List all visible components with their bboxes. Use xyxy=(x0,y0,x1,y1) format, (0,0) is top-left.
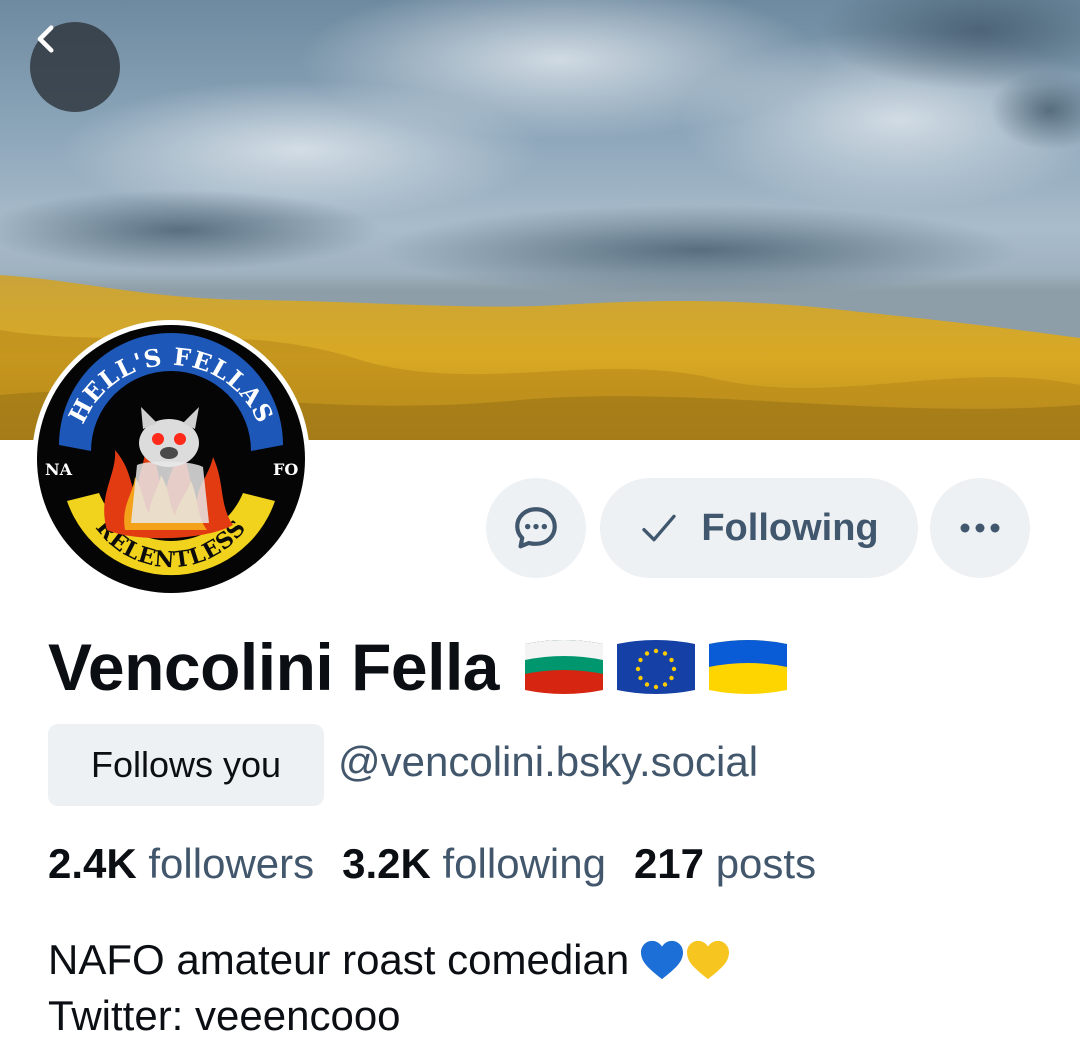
following-button[interactable]: Following xyxy=(600,478,918,578)
follows-you-badge: Follows you xyxy=(48,724,324,806)
bio-text-1: NAFO amateur roast comedian xyxy=(48,936,630,983)
bio-line-1: NAFO amateur roast comedian xyxy=(48,932,731,988)
profile-bio: NAFO amateur roast comedian Twitter: vee… xyxy=(48,932,731,1044)
display-name: Vencolini Fella xyxy=(48,630,500,704)
profile-stats: 2.4K followers 3.2K following 217 posts xyxy=(48,840,816,888)
avatar-right-text: FO xyxy=(273,460,298,479)
profile-page: HELL'S FELLAS RELENTLESS NA FO Following… xyxy=(0,0,1080,1060)
posts-label: posts xyxy=(715,840,817,887)
bio-line-2: Twitter: veeencooo xyxy=(48,988,731,1044)
avatar-badge-image: HELL'S FELLAS RELENTLESS NA FO xyxy=(37,325,305,593)
profile-handle: @vencolini.bsky.social xyxy=(338,738,759,785)
followers-label: followers xyxy=(148,840,315,887)
following-count: 3.2K xyxy=(342,840,431,887)
following-label: following xyxy=(442,840,606,887)
bulgaria-flag-icon xyxy=(525,640,603,694)
following-button-label: Following xyxy=(701,506,879,549)
profile-avatar[interactable]: HELL'S FELLAS RELENTLESS NA FO xyxy=(32,320,310,598)
bio-text-2: Twitter: veeencooo xyxy=(48,992,401,1039)
yellow-heart-icon xyxy=(687,940,730,980)
more-options-button[interactable] xyxy=(930,478,1030,578)
following-stat[interactable]: 3.2K following xyxy=(342,840,606,888)
chat-bubble-icon xyxy=(515,507,557,549)
back-button[interactable] xyxy=(30,22,120,112)
ellipsis-icon xyxy=(960,523,1000,533)
posts-stat: 217 posts xyxy=(634,840,816,888)
avatar-left-text: NA xyxy=(45,460,73,479)
followers-count: 2.4K xyxy=(48,840,137,887)
eu-flag-icon xyxy=(617,640,695,694)
flag-emojis xyxy=(521,636,791,698)
ukraine-flag-icon xyxy=(709,640,787,694)
posts-count: 217 xyxy=(633,840,705,887)
followers-stat[interactable]: 2.4K followers xyxy=(48,840,314,888)
blue-heart-icon xyxy=(641,940,684,980)
chevron-left-icon xyxy=(37,25,54,53)
message-button[interactable] xyxy=(486,478,586,578)
display-name-row: Vencolini Fella xyxy=(48,622,791,712)
checkmark-icon xyxy=(642,514,677,542)
